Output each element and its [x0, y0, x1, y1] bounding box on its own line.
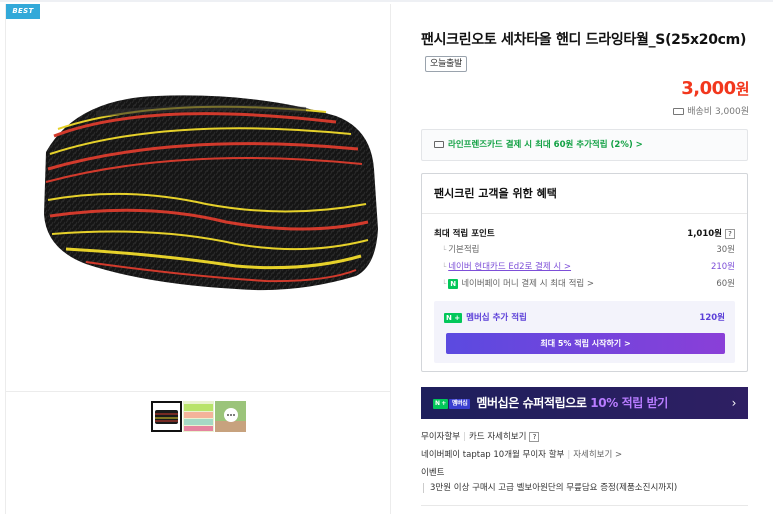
product-title: 팬시크린오토 세차타올 핸디 드라잉타월_S(25x20cm) 오늘출발	[421, 28, 747, 76]
price-unit: 원	[735, 80, 750, 98]
best-badge: BEST	[6, 4, 40, 19]
nplus-icon: N +	[444, 313, 463, 323]
product-main-image[interactable]	[6, 4, 391, 392]
membership-label: N + 멤버십 추가 적립	[444, 311, 527, 323]
truck-icon	[673, 108, 685, 115]
event-label: 이벤트	[421, 468, 445, 478]
card-promo-banner[interactable]: 라인프렌즈카드 결제 시 최대 60원 추가적립 (2%) >	[421, 129, 748, 161]
thumbnail-1[interactable]	[151, 401, 182, 432]
card-promo-text: 라인프렌즈카드 결제 시 최대 60원 추가적립 (2%) >	[448, 140, 643, 150]
price: 3,000원	[681, 78, 749, 99]
super-banner-highlight: 10% 적립 받기	[590, 396, 668, 410]
bottom-divider	[421, 505, 748, 506]
max-points-row: 최대 적립 포인트 1,010원?	[434, 227, 735, 241]
points-row-basic-value: 30원	[716, 245, 735, 255]
taptap-row: 네이버페이 taptap 10개월 무이자 할부 | 자세히보기 >	[421, 450, 623, 460]
taptap-text: 네이버페이 taptap 10개월 무이자 할부	[421, 450, 565, 460]
event-row: 3만원 이상 구매시 고급 벨보아원단의 무릎담요 증정(제품소진시까지)	[421, 481, 748, 495]
membership-label-text: 멤버십 추가 적립	[466, 313, 527, 323]
shipping-fee: 배송비 3,000원	[673, 104, 749, 117]
installment-label: 무이자할부	[421, 432, 461, 442]
price-value: 3,000	[681, 78, 736, 99]
points-row-card: 네이버 현대카드 Ed2로 결제 시 > 210원	[434, 260, 735, 274]
top-divider	[0, 0, 773, 2]
taptap-detail-link[interactable]: 자세히보기 >	[573, 450, 622, 460]
super-banner-text: 멤버십은 슈퍼적립으로	[476, 396, 591, 410]
thumbnail-3[interactable]	[215, 401, 246, 432]
naverpay-money-link[interactable]: 네이버페이 머니 결제 시 최대 적립 >	[461, 279, 594, 289]
points-row-basic: 기본적립 30원	[434, 243, 735, 257]
hyundai-card-link[interactable]: 네이버 현대카드 Ed2로 결제 시 >	[448, 262, 571, 272]
chevron-right-icon: ›	[731, 396, 737, 410]
card-icon	[434, 141, 444, 148]
membership-start-button[interactable]: 최대 5% 적립 시작하기 >	[446, 333, 725, 354]
super-points-banner[interactable]: N + 멤버십 멤버십은 슈퍼적립으로 10% 적립 받기 ›	[421, 387, 748, 419]
max-points-label: 최대 적립 포인트	[434, 229, 495, 239]
points-row-basic-label: 기본적립	[442, 243, 479, 257]
nplus-tag: N +	[433, 399, 448, 409]
shipping-fee-text: 배송비 3,000원	[687, 107, 749, 117]
help-icon-2[interactable]: ?	[529, 432, 540, 442]
help-icon[interactable]: ?	[725, 229, 735, 239]
membership-value: 120원	[699, 313, 725, 323]
membership-box: N + 멤버십 추가 적립 120원 최대 5% 적립 시작하기 >	[434, 301, 735, 363]
thumbnail-strip	[151, 401, 247, 435]
points-row-naverpay-value: 60원	[716, 279, 735, 289]
membership-tag: 멤버십	[448, 399, 471, 409]
max-points-value: 1,010원	[687, 229, 722, 239]
points-row-card-value: 210원	[710, 262, 735, 272]
benefit-box: 팬시크린 고객을 위한 혜택 최대 적립 포인트 1,010원? 기본적립 30…	[421, 173, 748, 372]
event-text: 3만원 이상 구매시 고급 벨보아원단의 무릎담요 증정(제품소진시까지)	[423, 483, 678, 493]
thumbnail-2[interactable]	[183, 401, 214, 432]
installment-row: 무이자할부 | 카드 자세히보기?	[421, 430, 748, 444]
benefit-heading: 팬시크린 고객을 위한 혜택	[422, 174, 747, 214]
towel-illustration	[44, 95, 378, 291]
card-detail-link[interactable]: 카드 자세히보기	[469, 432, 526, 442]
product-title-text: 팬시크린오토 세차타올 핸디 드라잉타월_S(25x20cm)	[421, 32, 747, 48]
points-row-naverpay: N네이버페이 머니 결제 시 최대 적립 > 60원	[434, 277, 735, 291]
today-ship-badge: 오늘출발	[425, 56, 467, 72]
naver-pay-icon: N	[448, 279, 459, 289]
product-image-panel: BEST	[5, 4, 391, 514]
